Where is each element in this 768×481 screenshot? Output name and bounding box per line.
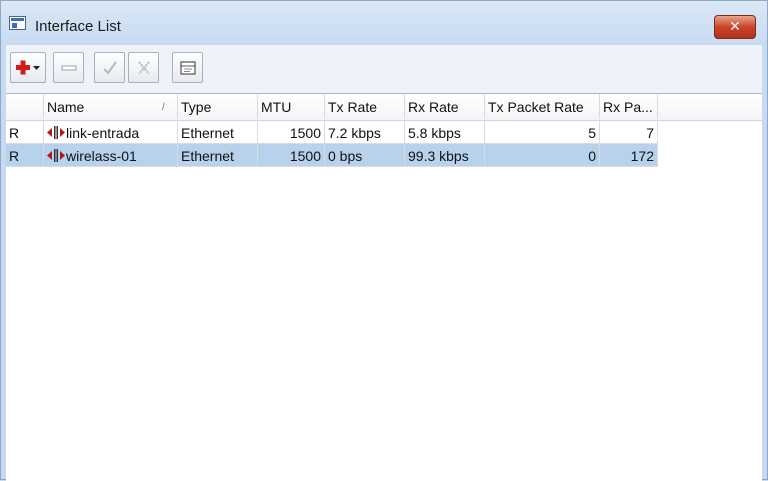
row-tx-packet-rate: 5 — [485, 121, 600, 144]
comment-button[interactable] — [172, 52, 203, 83]
row-tx-rate: 7.2 kbps — [325, 121, 405, 144]
column-header-type[interactable]: Type — [178, 94, 258, 119]
table-row-selected[interactable]: R wirelass-01 Ethernet 1500 0 bps 99.3 k… — [6, 144, 658, 167]
column-header-mtu[interactable]: MTU — [258, 94, 325, 119]
column-header-flag[interactable] — [6, 94, 44, 119]
check-icon — [102, 60, 117, 75]
note-icon — [179, 60, 196, 75]
row-name-cell: link-entrada — [44, 121, 178, 144]
enable-button[interactable] — [94, 52, 125, 83]
row-name: link-entrada — [66, 125, 140, 141]
row-flag: R — [6, 121, 44, 144]
row-tx-rate: 0 bps — [325, 144, 405, 167]
interface-table: Name / Type MTU Tx Rate Rx Rate Tx Packe… — [6, 93, 762, 481]
column-header-rx-packet-rate[interactable]: Rx Pa... — [600, 94, 658, 119]
toolbar — [6, 45, 762, 93]
add-button[interactable] — [10, 52, 46, 83]
row-rx-rate: 99.3 kbps — [405, 144, 485, 167]
row-rx-packet-rate: 7 — [600, 121, 658, 144]
interface-icon — [47, 126, 65, 139]
column-header-name[interactable]: Name — [44, 94, 178, 119]
row-rx-packet-rate: 172 — [600, 144, 658, 167]
interface-icon — [47, 149, 65, 162]
row-rx-rate: 5.8 kbps — [405, 121, 485, 144]
window-title: Interface List — [35, 18, 121, 35]
column-header-tx-rate[interactable]: Tx Rate — [325, 94, 405, 119]
remove-button[interactable] — [53, 52, 84, 83]
row-type: Ethernet — [178, 144, 258, 167]
minus-icon — [61, 65, 76, 70]
table-header: Name / Type MTU Tx Rate Rx Rate Tx Packe… — [6, 94, 762, 121]
interface-list-window: Interface List ✕ Name / Type MTU Tx Rate… — [0, 0, 768, 481]
cross-icon — [137, 60, 150, 75]
title-bar[interactable]: Interface List ✕ — [1, 1, 767, 45]
sort-indicator-icon: / — [162, 102, 165, 113]
row-mtu: 1500 — [258, 144, 325, 167]
row-name-cell: wirelass-01 — [44, 144, 178, 167]
row-tx-packet-rate: 0 — [485, 144, 600, 167]
plus-icon — [16, 60, 40, 74]
row-flag: R — [6, 144, 44, 167]
column-header-rx-rate[interactable]: Rx Rate — [405, 94, 485, 119]
row-mtu: 1500 — [258, 121, 325, 144]
row-type: Ethernet — [178, 121, 258, 144]
row-name: wirelass-01 — [66, 148, 137, 164]
disable-button[interactable] — [128, 52, 159, 83]
table-row[interactable]: R link-entrada Ethernet 1500 7.2 kbps 5.… — [6, 121, 658, 144]
column-header-name-label: Name — [47, 99, 85, 115]
column-header-tx-packet-rate[interactable]: Tx Packet Rate — [485, 94, 600, 119]
window-icon — [9, 16, 26, 30]
close-button[interactable]: ✕ — [714, 15, 756, 39]
